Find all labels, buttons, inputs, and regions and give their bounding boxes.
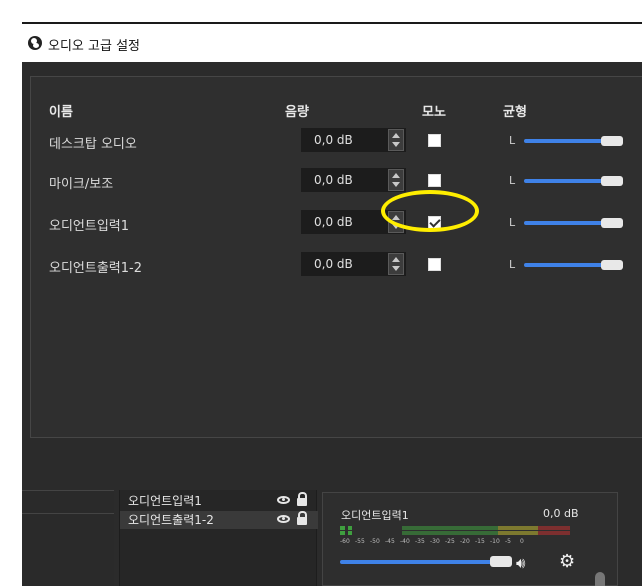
meter-tick: -55: [355, 538, 365, 545]
lock-icon[interactable]: [297, 492, 307, 506]
row-name: 마이크/보조: [49, 177, 114, 192]
speaker-icon[interactable]: 🔊︎: [516, 554, 525, 572]
mixer-volume-slider[interactable]: [340, 560, 492, 564]
spinbox-arrows-icon[interactable]: [388, 169, 404, 191]
mixer-volume-handle[interactable]: [490, 556, 512, 567]
balance-slider-handle[interactable]: [601, 176, 623, 186]
source-name: 오디언트출력1-2: [128, 513, 214, 527]
meter-tick: -10: [490, 538, 500, 545]
eye-icon[interactable]: [277, 515, 290, 523]
audio-mixer-channel: 오디언트입력1 0,0 dB -60 -55 -50 -45 -40 -35 -30 -25-…: [322, 492, 618, 586]
meter-scale: -60 -55 -50 -45 -40 -35 -30 -25 -20 -15 -10 -5 0: [340, 538, 570, 545]
meter-tick: -50: [370, 538, 380, 545]
volume-meter: [340, 526, 570, 536]
balance-left-label: L: [509, 134, 516, 147]
balance-slider[interactable]: [524, 139, 604, 143]
source-name: 오디언트입력1: [128, 494, 202, 508]
window-title: 오디오 고급 설정: [48, 39, 140, 54]
scenes-panel: [22, 490, 114, 586]
balance-slider[interactable]: [524, 221, 604, 225]
gear-icon[interactable]: ⚙: [559, 551, 575, 572]
eye-icon[interactable]: [277, 496, 290, 504]
sources-list: 오디언트입력1 오디언트출력1-2: [119, 490, 318, 586]
row-name: 오디언트입력1: [49, 219, 130, 234]
meter-tick: -60: [340, 538, 350, 545]
balance-slider-handle[interactable]: [601, 218, 623, 228]
meter-tick: -20: [460, 538, 470, 545]
highlight-ring-annotation: [381, 190, 479, 232]
mono-checkbox[interactable]: [428, 174, 441, 187]
row-name: 오디언트출력1-2: [49, 261, 142, 276]
meter-tick: -35: [415, 538, 425, 545]
scrollbar-handle[interactable]: [595, 572, 605, 586]
advanced-audio-window: 이름 음량 모노 균형 데스크탑 오디오 0,0 dB L 마이크/보조 0,0…: [22, 62, 642, 586]
meter-tick: -5: [505, 538, 511, 545]
header-name: 이름: [49, 105, 73, 120]
meter-tick: -15: [475, 538, 485, 545]
row-name: 데스크탑 오디오: [49, 137, 137, 152]
mixer-db-readout: 0,0 dB: [543, 507, 579, 520]
meter-tick: -40: [400, 538, 410, 545]
meter-tick: -25: [445, 538, 455, 545]
balance-left-label: L: [509, 258, 516, 271]
spinbox-arrows-icon[interactable]: [388, 253, 404, 275]
obs-logo-icon: [28, 36, 42, 50]
meter-tick: -30: [430, 538, 440, 545]
meter-tick: 0: [520, 538, 524, 545]
list-item[interactable]: 오디언트입력1: [120, 492, 318, 510]
balance-slider[interactable]: [524, 179, 604, 183]
title-bar: 오디오 고급 설정: [22, 24, 642, 62]
mixer-channel-name: 오디언트입력1: [341, 509, 409, 522]
mono-checkbox[interactable]: [428, 134, 441, 147]
meter-tick: -45: [385, 538, 395, 545]
header-volume: 음량: [285, 105, 309, 120]
balance-slider-handle[interactable]: [601, 260, 623, 270]
balance-slider[interactable]: [524, 263, 604, 267]
header-balance: 균형: [503, 105, 527, 120]
spinbox-arrows-icon[interactable]: [388, 129, 404, 151]
mono-checkbox[interactable]: [428, 258, 441, 271]
lock-icon[interactable]: [297, 511, 307, 525]
list-item[interactable]: 오디언트출력1-2: [120, 511, 318, 529]
balance-left-label: L: [509, 216, 516, 229]
header-mono: 모노: [422, 105, 446, 120]
balance-left-label: L: [509, 174, 516, 187]
balance-slider-handle[interactable]: [601, 136, 623, 146]
audio-properties-panel: 이름 음량 모노 균형 데스크탑 오디오 0,0 dB L 마이크/보조 0,0…: [30, 76, 642, 438]
